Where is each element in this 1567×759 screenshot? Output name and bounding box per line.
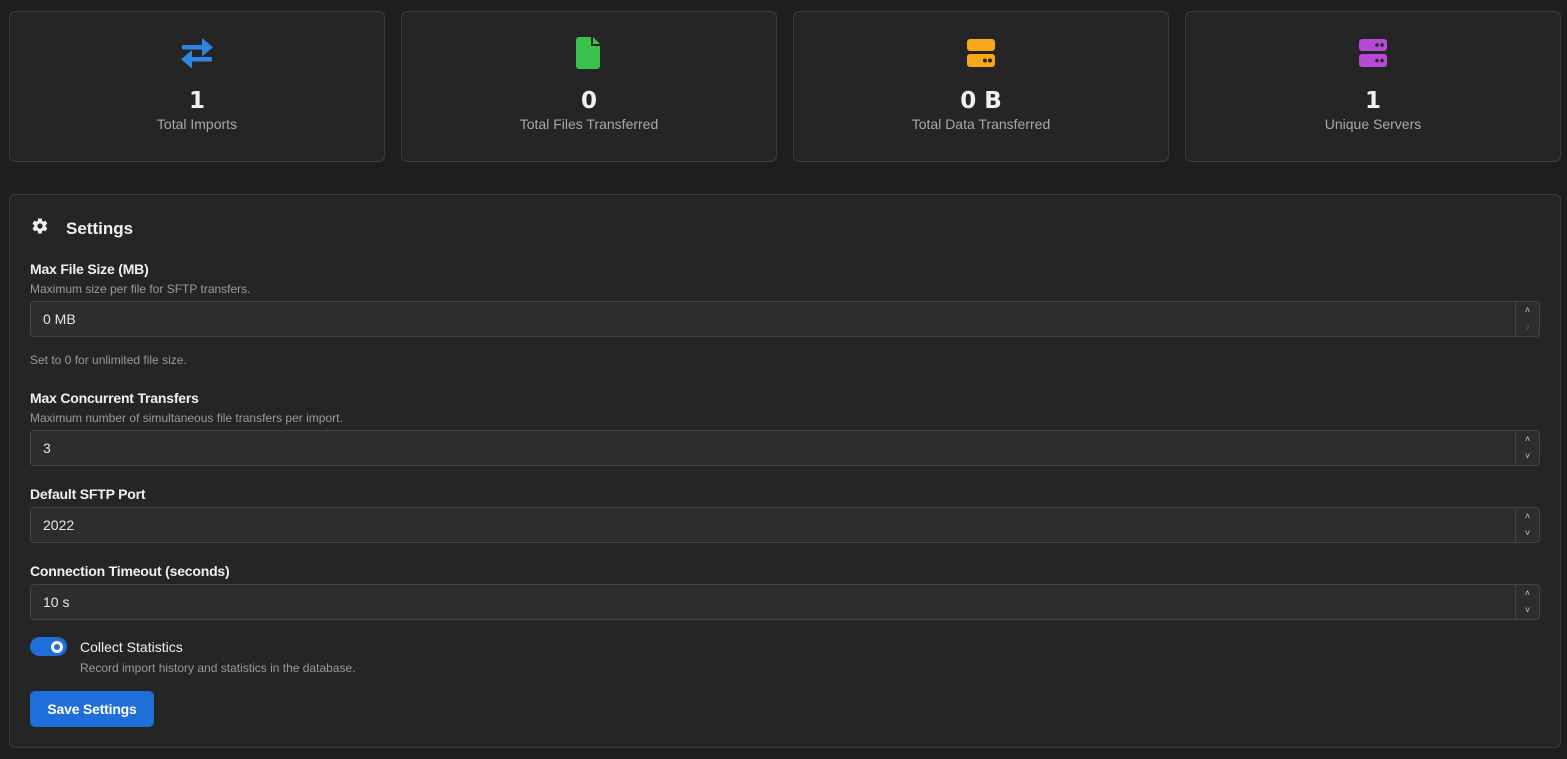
stat-card-files-transferred: 0 Total Files Transferred [401,11,777,162]
timeout-spinner[interactable]: ˄ ˅ [1515,585,1539,619]
stat-card-unique-servers: 1 Unique Servers [1185,11,1561,162]
max-file-size-label: Max File Size (MB) [30,261,149,277]
max-concurrent-value: 3 [43,440,51,456]
collect-statistics-toggle[interactable] [30,637,67,656]
decrement-button[interactable]: ˅ [1516,525,1539,542]
max-file-size-spinner[interactable]: ˄ ˅ [1515,302,1539,336]
max-concurrent-spinner[interactable]: ˄ ˅ [1515,431,1539,465]
toggle-knob [51,640,63,653]
max-file-size-value: 0 MB [43,311,76,327]
file-icon [576,36,602,70]
decrement-button[interactable]: ˅ [1516,602,1539,619]
decrement-button[interactable]: ˅ [1516,448,1539,465]
max-file-size-help: Maximum size per file for SFTP transfers… [30,282,251,296]
stat-value: 1 [188,88,205,114]
settings-header: Settings [31,217,133,240]
default-port-input[interactable]: 2022 ˄ ˅ [30,507,1540,543]
timeout-input[interactable]: 10 s ˄ ˅ [30,584,1540,620]
stats-row: 1 Total Imports 0 Total Files Transferre… [9,11,1561,162]
timeout-value: 10 s [43,594,70,610]
stat-card-total-imports: 1 Total Imports [9,11,385,162]
stat-value: 0 B [960,88,1002,114]
stat-label: Unique Servers [1324,116,1422,132]
collect-statistics-help: Record import history and statistics in … [80,661,356,675]
increment-button[interactable]: ˄ [1516,508,1539,525]
increment-button[interactable]: ˄ [1516,302,1539,319]
stat-label: Total Files Transferred [519,116,659,132]
stat-value: 1 [1364,88,1381,114]
save-settings-button[interactable]: Save Settings [30,691,154,727]
decrement-button[interactable]: ˅ [1516,319,1539,336]
collect-statistics-row: Collect Statistics [30,637,183,656]
max-file-size-input[interactable]: 0 MB ˄ ˅ [30,301,1540,337]
max-concurrent-input[interactable]: 3 ˄ ˅ [30,430,1540,466]
increment-button[interactable]: ˄ [1516,585,1539,602]
stat-label: Total Data Transferred [911,116,1051,132]
settings-title: Settings [66,218,134,238]
stat-card-data-transferred: 0 B Total Data Transferred [793,11,1169,162]
stat-value: 0 [580,88,597,114]
server-icon [1358,36,1388,70]
increment-button[interactable]: ˄ [1516,431,1539,448]
default-port-label: Default SFTP Port [30,486,146,502]
default-port-spinner[interactable]: ˄ ˅ [1515,508,1539,542]
collect-statistics-label[interactable]: Collect Statistics [80,639,183,655]
settings-panel: Settings Max File Size (MB) Maximum size… [9,194,1561,748]
arrows-exchange-icon [180,36,214,70]
gear-icon [31,217,49,240]
max-concurrent-label: Max Concurrent Transfers [30,390,199,406]
default-port-value: 2022 [43,517,75,533]
max-concurrent-help: Maximum number of simultaneous file tran… [30,411,343,425]
timeout-label: Connection Timeout (seconds) [30,563,230,579]
max-file-size-note: Set to 0 for unlimited file size. [30,353,187,367]
stat-label: Total Imports [156,116,238,132]
hard-drive-icon [966,36,996,70]
